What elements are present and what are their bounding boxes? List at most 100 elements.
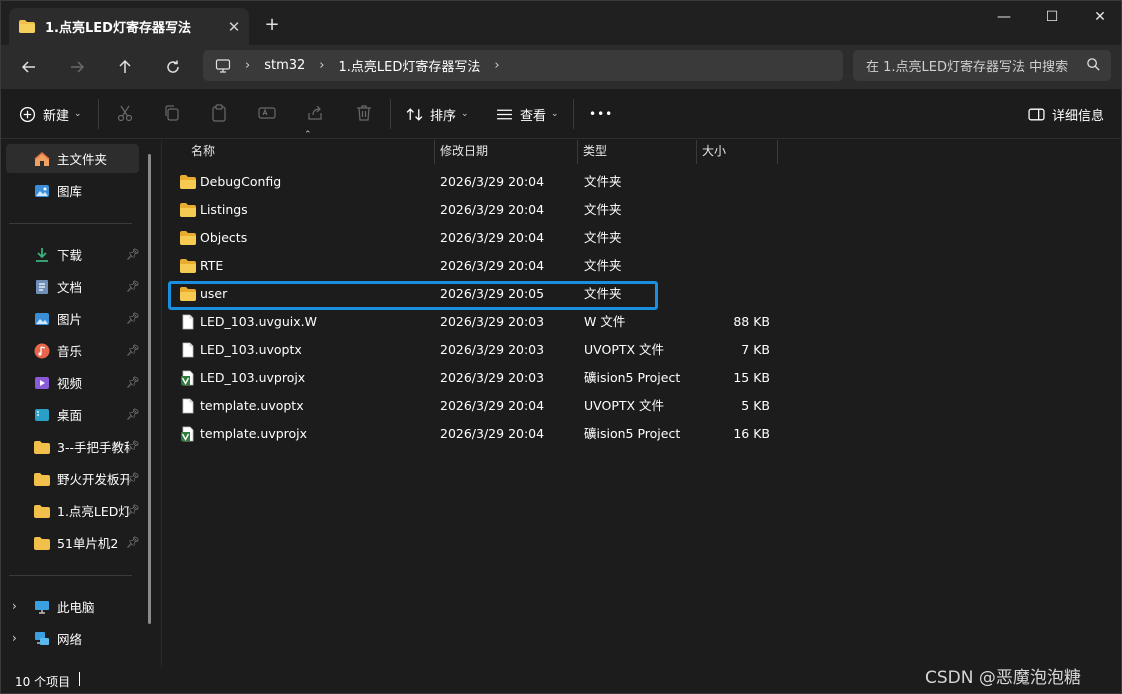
file-row[interactable]: DebugConfig 2026/3/29 20:04 文件夹 — [171, 168, 771, 196]
pin-icon[interactable]: 📌︎ — [126, 504, 140, 517]
pin-icon[interactable]: 📌︎ — [126, 440, 140, 453]
folder-icon — [180, 231, 196, 245]
folder-icon — [34, 504, 50, 518]
plus-circle-icon — [19, 106, 36, 122]
column-header-type[interactable]: 类型 — [576, 140, 697, 164]
sidebar-item-network[interactable]: 网络 — [6, 624, 140, 653]
file-row[interactable]: Objects 2026/3/29 20:04 文件夹 — [171, 224, 771, 252]
pin-icon[interactable]: 📌︎ — [126, 280, 140, 293]
sidebar-item-gallery[interactable]: 图库 — [6, 176, 140, 205]
file-row[interactable]: LED_103.uvprojx 2026/3/29 20:03 礦ision5 Pr… — [171, 364, 771, 392]
cut-icon[interactable] — [115, 103, 135, 123]
new-button[interactable]: 新建 ⌄ — [19, 101, 82, 127]
more-options-button[interactable]: ••• — [589, 101, 613, 127]
sidebar-item-label: 图片 — [57, 312, 83, 327]
rename-icon[interactable] — [257, 103, 277, 123]
pin-icon[interactable]: 📌︎ — [126, 312, 140, 325]
download-icon — [36, 247, 48, 262]
sidebar-item-downloads[interactable]: 下载 📌︎ — [6, 240, 140, 269]
search-placeholder: 在 1.点亮LED灯寄存器写法 中搜索 — [866, 60, 1069, 75]
sidebar-item-home[interactable]: 主文件夹 — [6, 144, 139, 173]
close-tab-icon[interactable]: ✕ — [219, 18, 249, 36]
pin-icon[interactable]: 📌︎ — [126, 472, 140, 485]
file-icon — [182, 398, 194, 414]
share-icon[interactable] — [305, 103, 325, 123]
file-name: Listings — [200, 202, 248, 217]
file-size — [701, 280, 770, 308]
address-bar[interactable]: › stm32 › 1.点亮LED灯寄存器写法 › — [203, 50, 843, 81]
column-header-name[interactable]: 名称 — [184, 140, 435, 164]
sidebar-item-desktop[interactable]: 桌面 📌︎ — [6, 400, 140, 429]
column-header-date[interactable]: 修改日期 — [433, 140, 578, 164]
sidebar-item-folder[interactable]: 1.点亮LED灯 📌︎ — [6, 496, 140, 525]
paste-icon[interactable] — [209, 103, 229, 123]
sidebar-item-label: 此电脑 — [57, 600, 95, 615]
sidebar-item-pictures[interactable]: 图片 📌︎ — [6, 304, 140, 333]
pin-icon[interactable]: 📌︎ — [126, 536, 140, 549]
breadcrumb-current[interactable]: 1.点亮LED灯寄存器写法 — [338, 56, 480, 75]
forward-button[interactable] — [62, 53, 92, 81]
sidebar-item-videos[interactable]: 视频 📌︎ — [6, 368, 140, 397]
view-button[interactable]: 查看 ⌄ — [496, 101, 559, 127]
video-icon — [35, 376, 49, 389]
column-header-size[interactable]: 大小 — [695, 140, 778, 164]
sort-button[interactable]: 排序 ⌄ — [406, 101, 469, 127]
file-size — [701, 168, 770, 196]
file-type: 文件夹 — [584, 174, 622, 189]
search-input[interactable]: 在 1.点亮LED灯寄存器写法 中搜索 — [853, 50, 1111, 81]
search-icon[interactable] — [1086, 57, 1101, 72]
copy-icon[interactable] — [162, 103, 182, 123]
home-icon — [34, 151, 50, 166]
details-button[interactable]: 详细信息 — [1028, 101, 1104, 127]
file-row[interactable]: template.uvoptx 2026/3/29 20:04 UVOPTX 文件 5… — [171, 392, 771, 420]
chevron-right-icon[interactable]: › — [319, 58, 324, 73]
sidebar-item-documents[interactable]: 文档 📌︎ — [6, 272, 140, 301]
pin-icon[interactable]: 📌︎ — [126, 344, 140, 357]
pin-icon[interactable]: 📌︎ — [126, 248, 140, 261]
folder-icon — [19, 20, 35, 33]
title-bar: 1.点亮LED灯寄存器写法 ✕ + — ☐ ✕ — [1, 1, 1121, 45]
arrow-left-icon — [21, 61, 35, 73]
sidebar-item-label: 主文件夹 — [57, 152, 108, 167]
sidebar-item-folder[interactable]: 野火开发板开发 📌︎ — [6, 464, 140, 493]
minimize-button[interactable]: — — [981, 5, 1027, 29]
file-row[interactable]: LED_103.uvoptx 2026/3/29 20:03 UVOPTX 文件 7 … — [171, 336, 771, 364]
file-size — [701, 224, 770, 252]
computer-icon — [215, 58, 231, 73]
chevron-down-icon: ⌄ — [551, 109, 559, 119]
file-name: LED_103.uvguix.W — [200, 314, 317, 329]
sidebar-item-folder[interactable]: 3--手把手教程 📌︎ — [6, 432, 140, 461]
picture-icon — [35, 312, 49, 325]
new-tab-button[interactable]: + — [260, 14, 284, 38]
chevron-right-icon[interactable]: › — [245, 58, 250, 73]
refresh-button[interactable] — [158, 53, 188, 81]
sidebar-item-this-pc[interactable]: 此电脑 — [6, 592, 140, 621]
file-row[interactable]: Listings 2026/3/29 20:04 文件夹 — [171, 196, 771, 224]
folder-icon — [180, 175, 196, 189]
chevron-right-icon[interactable]: › — [494, 58, 499, 73]
details-label: 详细信息 — [1052, 108, 1105, 124]
column-header-row: 名称 修改日期 类型 大小 — [162, 140, 1121, 164]
up-button[interactable] — [110, 53, 140, 81]
file-row[interactable]: LED_103.uvguix.W 2026/3/29 20:03 W 文件 88 KB — [171, 308, 771, 336]
file-size: 16 KB — [733, 426, 770, 441]
pin-icon[interactable]: 📌︎ — [126, 408, 140, 421]
close-window-button[interactable]: ✕ — [1077, 5, 1122, 29]
file-size — [701, 252, 770, 280]
back-button[interactable] — [14, 53, 44, 81]
file-name: template.uvoptx — [200, 398, 304, 413]
pin-icon[interactable]: 📌︎ — [126, 376, 140, 389]
sidebar-item-music[interactable]: 音乐 📌︎ — [6, 336, 140, 365]
maximize-button[interactable]: ☐ — [1029, 5, 1075, 29]
file-row[interactable]: RTE 2026/3/29 20:04 文件夹 — [171, 252, 771, 280]
chevron-down-icon: ⌄ — [74, 109, 82, 119]
delete-icon[interactable] — [354, 103, 374, 123]
sidebar-scrollbar[interactable] — [148, 154, 151, 624]
chevron-down-icon: ⌄ — [461, 109, 469, 119]
tab-current[interactable]: 1.点亮LED灯寄存器写法 ✕ — [9, 8, 249, 45]
breadcrumb-stm32[interactable]: stm32 — [264, 58, 305, 73]
file-row[interactable]: template.uvprojx 2026/3/29 20:04 礦ision5 P… — [171, 420, 771, 448]
sidebar-item-folder[interactable]: 51单片机2 📌︎ — [6, 528, 140, 557]
file-name: DebugConfig — [200, 174, 282, 189]
gallery-icon — [35, 184, 49, 197]
